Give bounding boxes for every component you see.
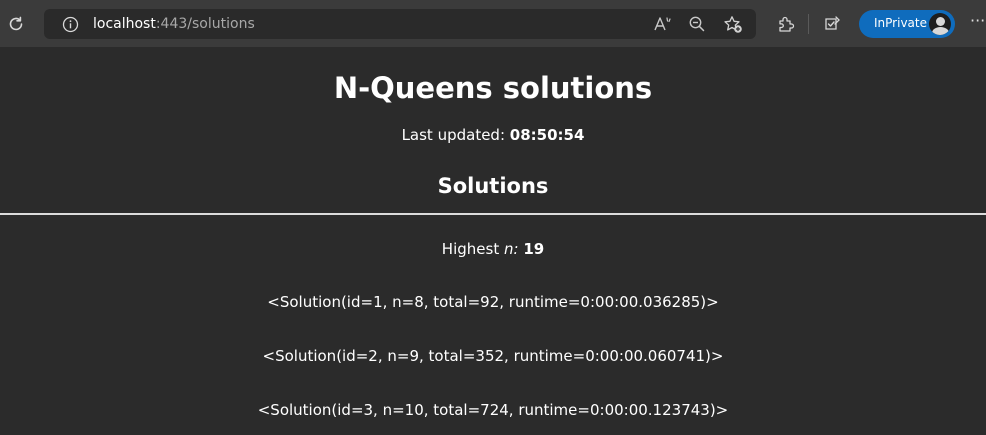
solution-item: <Solution(id=2, n=9, total=352, runtime=… (262, 347, 724, 365)
last-updated: Last updated: 08:50:54 (0, 126, 986, 144)
page-content: N-Queens solutions Last updated: 08:50:5… (0, 47, 986, 435)
highest-n: Highest n: 19 (0, 240, 986, 258)
last-updated-label: Last updated: (401, 126, 506, 144)
section-title: Solutions (437, 174, 549, 198)
inprivate-button[interactable]: InPrivate (859, 10, 955, 38)
browser-toolbar: localhost:443/solutions InPrivate ··· (0, 0, 986, 47)
profile-avatar-icon (929, 13, 951, 35)
extensions-icon[interactable] (773, 11, 799, 37)
url-text[interactable]: localhost:443/solutions (93, 16, 255, 32)
solution-item: <Solution(id=1, n=8, total=92, runtime=0… (267, 293, 719, 311)
more-options-icon[interactable]: ··· (970, 11, 985, 30)
highest-var: n: (503, 240, 519, 258)
solution-item: <Solution(id=3, n=10, total=724, runtime… (257, 401, 729, 419)
read-aloud-icon[interactable] (650, 11, 676, 37)
refresh-icon[interactable] (3, 11, 29, 37)
address-bar[interactable]: localhost:443/solutions (44, 9, 756, 39)
url-path: :443/solutions (155, 16, 255, 32)
page-title: N-Queens solutions (333, 71, 653, 105)
horizontal-rule (0, 213, 986, 215)
highest-value: 19 (523, 240, 545, 258)
favorites-add-icon[interactable] (720, 11, 746, 37)
browser-essentials-icon[interactable] (819, 11, 845, 37)
inprivate-label: InPrivate (874, 16, 927, 30)
url-host: localhost (93, 16, 156, 32)
zoom-out-icon[interactable] (684, 11, 710, 37)
info-icon[interactable] (57, 11, 83, 37)
toolbar-divider (808, 14, 809, 34)
last-updated-value: 08:50:54 (509, 126, 585, 144)
highest-label: Highest (441, 240, 500, 258)
